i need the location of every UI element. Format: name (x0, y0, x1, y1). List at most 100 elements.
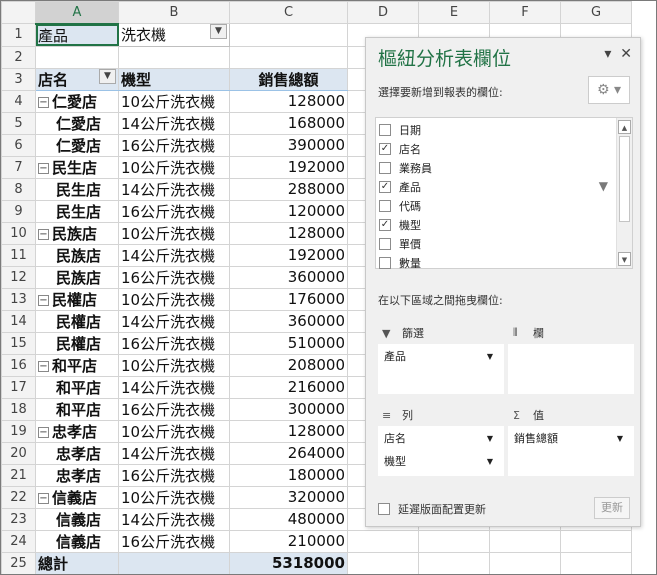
store-cell[interactable]: − 民族店 (35, 221, 119, 245)
collapse-icon[interactable]: − (38, 294, 49, 306)
collapse-icon[interactable]: − (38, 426, 49, 438)
row-header[interactable]: 9 (1, 199, 36, 223)
row-header[interactable]: 22 (1, 485, 36, 509)
sales-cell[interactable]: 168000 (229, 111, 348, 135)
model-cell[interactable]: 16公斤洗衣機 (118, 199, 230, 223)
model-cell[interactable]: 16公斤洗衣機 (118, 463, 230, 487)
columns-area[interactable] (508, 344, 634, 394)
model-cell[interactable]: 16公斤洗衣機 (118, 397, 230, 421)
store-cell[interactable]: 忠孝店 (35, 441, 119, 465)
row-header[interactable]: 3 (1, 67, 36, 91)
column-header-b[interactable]: B (118, 1, 230, 24)
dropdown-arrow-icon[interactable]: ▼ (487, 430, 493, 448)
sales-cell[interactable]: 180000 (229, 463, 348, 487)
field-list[interactable]: ▲ ▼ 日期 ✓ 店名 業務員 ✓ 產品 ▼ 代碼 ✓ 機型 單價 數量 (375, 117, 633, 270)
model-cell[interactable]: 14公斤洗衣機 (118, 243, 230, 267)
store-cell[interactable]: − 民權店 (35, 287, 119, 311)
store-cell[interactable]: 信義店 (35, 529, 119, 553)
sales-cell[interactable]: 216000 (229, 375, 348, 399)
store-cell[interactable]: 信義店 (35, 507, 119, 531)
area-field-pill[interactable]: 銷售總額 ▼ (511, 430, 627, 448)
sales-cell[interactable]: 390000 (229, 133, 348, 157)
cell[interactable] (347, 529, 419, 553)
field-checkbox[interactable] (379, 199, 391, 212)
filter-dropdown-icon[interactable]: ▼ (210, 24, 227, 40)
scroll-up-icon[interactable]: ▲ (618, 120, 631, 134)
row-header[interactable]: 2 (1, 45, 36, 69)
sales-cell[interactable]: 480000 (229, 507, 348, 531)
field-checkbox[interactable] (379, 256, 391, 269)
field-checkbox[interactable] (379, 237, 391, 250)
row-header[interactable]: 21 (1, 463, 36, 487)
scroll-thumb[interactable] (619, 136, 630, 222)
sales-cell[interactable]: 320000 (229, 485, 348, 509)
store-cell[interactable]: 民族店 (35, 265, 119, 289)
collapse-icon[interactable]: − (38, 360, 49, 372)
row-header[interactable]: 7 (1, 155, 36, 179)
grand-total-label[interactable]: 總計 (35, 551, 119, 574)
field-item[interactable]: 代碼 (379, 196, 421, 215)
grand-total-value[interactable]: 5318000 (229, 551, 348, 574)
field-item[interactable]: 日期 (379, 120, 421, 139)
column-header-a[interactable]: A (35, 1, 119, 25)
model-cell[interactable]: 10公斤洗衣機 (118, 353, 230, 377)
row-header[interactable]: 12 (1, 265, 36, 289)
row-header[interactable]: 19 (1, 419, 36, 443)
cell[interactable] (347, 551, 419, 574)
dropdown-arrow-icon[interactable]: ▼ (487, 453, 493, 471)
values-area[interactable]: 銷售總額 ▼ (508, 426, 634, 476)
row-header[interactable]: 16 (1, 353, 36, 377)
cell[interactable] (560, 551, 632, 574)
field-checkbox[interactable] (379, 161, 391, 174)
row-header[interactable]: 17 (1, 375, 36, 399)
rows-area[interactable]: 店名 ▼ 機型 ▼ (378, 426, 504, 476)
cell[interactable] (560, 529, 632, 553)
cell[interactable] (418, 551, 490, 574)
cell[interactable] (35, 45, 119, 69)
filters-area[interactable]: 產品 ▼ (378, 344, 504, 394)
area-field-pill[interactable]: 店名 ▼ (381, 430, 497, 448)
row-header[interactable]: 23 (1, 507, 36, 531)
model-cell[interactable]: 10公斤洗衣機 (118, 419, 230, 443)
row-header[interactable]: 15 (1, 331, 36, 355)
row-header[interactable]: 4 (1, 89, 36, 113)
model-cell[interactable]: 10公斤洗衣機 (118, 287, 230, 311)
model-cell[interactable]: 10公斤洗衣機 (118, 89, 230, 113)
sales-cell[interactable]: 120000 (229, 199, 348, 223)
sales-cell[interactable]: 128000 (229, 89, 348, 113)
row-header[interactable]: 14 (1, 309, 36, 333)
dropdown-arrow-icon[interactable]: ▼ (617, 430, 623, 448)
field-checkbox[interactable]: ✓ (379, 218, 391, 231)
collapse-icon[interactable]: − (38, 228, 49, 240)
store-cell[interactable]: − 忠孝店 (35, 419, 119, 443)
filter-field-cell[interactable]: 產品 (35, 23, 119, 47)
sales-cell[interactable]: 360000 (229, 309, 348, 333)
store-cell[interactable]: 和平店 (35, 397, 119, 421)
model-cell[interactable]: 10公斤洗衣機 (118, 155, 230, 179)
field-checkbox[interactable] (379, 123, 391, 136)
row-header[interactable]: 18 (1, 397, 36, 421)
row-label-header[interactable]: 店名 ▼ (35, 67, 119, 91)
store-cell[interactable]: 仁愛店 (35, 111, 119, 135)
row-header[interactable]: 8 (1, 177, 36, 201)
sales-cell[interactable]: 210000 (229, 529, 348, 553)
column-header-g[interactable]: G (560, 1, 632, 24)
sales-cell[interactable]: 288000 (229, 177, 348, 201)
store-cell[interactable]: − 和平店 (35, 353, 119, 377)
store-cell[interactable]: − 信義店 (35, 485, 119, 509)
store-cell[interactable]: 仁愛店 (35, 133, 119, 157)
store-cell[interactable]: 民生店 (35, 199, 119, 223)
filter-value-cell[interactable]: 洗衣機 ▼ (118, 23, 230, 47)
store-cell[interactable]: 民權店 (35, 331, 119, 355)
sales-cell[interactable]: 208000 (229, 353, 348, 377)
grand-total-blank[interactable] (118, 551, 230, 574)
model-cell[interactable]: 16公斤洗衣機 (118, 331, 230, 355)
store-cell[interactable]: − 民生店 (35, 155, 119, 179)
store-cell[interactable]: 民族店 (35, 243, 119, 267)
model-cell[interactable]: 14公斤洗衣機 (118, 507, 230, 531)
model-cell[interactable]: 16公斤洗衣機 (118, 133, 230, 157)
gear-icon[interactable]: ⚙ ▾ (588, 76, 630, 104)
sales-cell[interactable]: 264000 (229, 441, 348, 465)
model-cell[interactable]: 14公斤洗衣機 (118, 441, 230, 465)
store-cell[interactable]: − 仁愛店 (35, 89, 119, 113)
